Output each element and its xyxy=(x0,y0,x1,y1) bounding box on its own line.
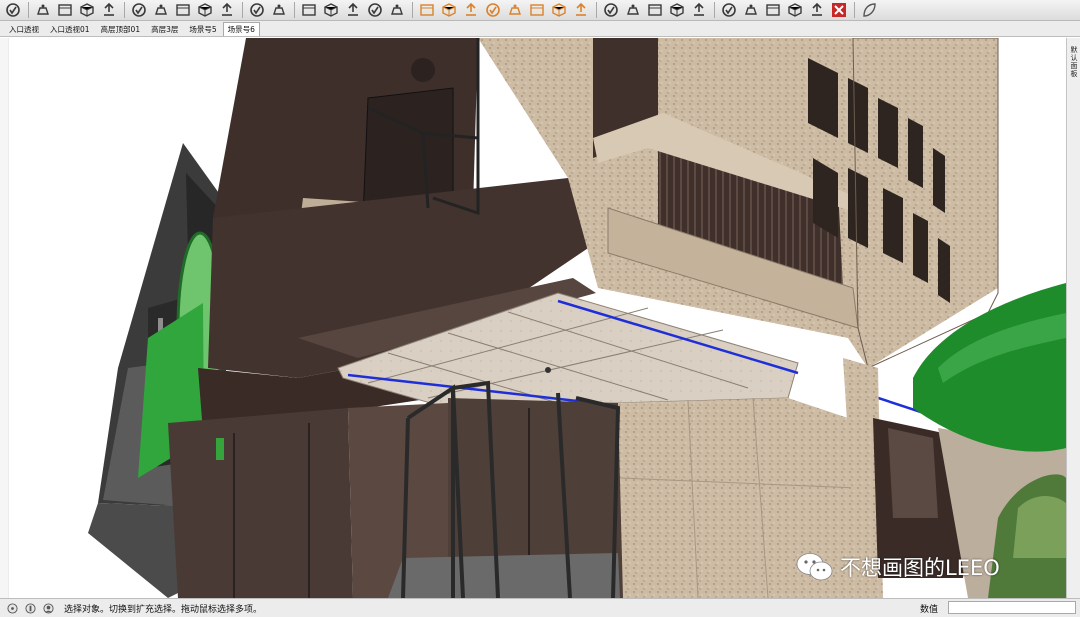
pick-icon[interactable] xyxy=(4,1,22,19)
directional-light-icon[interactable] xyxy=(484,1,502,19)
window-icon[interactable] xyxy=(130,1,148,19)
toolbar-separator xyxy=(854,2,855,18)
scene-tabs-bar: 入口透视 入口透视01 高层顶部01 高层3层 场景号5 场景号6 xyxy=(0,21,1080,37)
swap-icon[interactable] xyxy=(248,1,266,19)
teapots-icon[interactable] xyxy=(56,1,74,19)
credits-icon[interactable] xyxy=(24,602,36,614)
window-stack-icon[interactable] xyxy=(152,1,170,19)
grass-icon[interactable] xyxy=(646,1,664,19)
default-tray-panel[interactable]: 默认面板 xyxy=(1066,38,1080,598)
watermark: 不想画图的LEEO xyxy=(796,552,1000,582)
close-red-icon[interactable] xyxy=(830,1,848,19)
toolbar-separator xyxy=(242,2,243,18)
box-icon[interactable] xyxy=(300,1,318,19)
section-icon[interactable] xyxy=(270,1,288,19)
toolbar-separator xyxy=(28,2,29,18)
tray-label[interactable]: 默认面板 xyxy=(1068,46,1080,78)
sun-icon[interactable] xyxy=(506,1,524,19)
box-wire-icon[interactable] xyxy=(322,1,340,19)
fur-icon[interactable] xyxy=(668,1,686,19)
status-bar: 选择对象。切换到扩充选择。拖动鼠标选择多项。 数值 xyxy=(0,598,1080,617)
scene-tab[interactable]: 场景号6 xyxy=(222,22,260,36)
projector-icon[interactable] xyxy=(78,1,96,19)
scene-tab[interactable]: 场景号5 xyxy=(184,22,221,36)
account-icon[interactable] xyxy=(42,602,54,614)
toolbar-separator xyxy=(412,2,413,18)
leaf-icon[interactable] xyxy=(860,1,878,19)
entrance-lobby xyxy=(168,398,623,598)
scene-tab[interactable]: 高层3层 xyxy=(146,22,183,36)
box-solid-icon[interactable] xyxy=(344,1,362,19)
toolbar-separator xyxy=(124,2,125,18)
pointer-3d-icon[interactable] xyxy=(388,1,406,19)
spot-light-icon[interactable] xyxy=(418,1,436,19)
teapot-icon[interactable] xyxy=(34,1,52,19)
cone-light-icon[interactable] xyxy=(462,1,480,19)
measurements-label: 数值 xyxy=(920,605,939,615)
left-edge-strip xyxy=(0,38,8,598)
cube-icon[interactable] xyxy=(602,1,620,19)
wechat-icon xyxy=(796,553,833,581)
toolbar-separator xyxy=(294,2,295,18)
main-toolbar xyxy=(0,0,1080,21)
3d-viewport[interactable] xyxy=(8,38,1066,598)
scene-tab[interactable]: 入口透视01 xyxy=(45,22,95,36)
lock-icon[interactable] xyxy=(196,1,214,19)
measurements-input[interactable] xyxy=(948,601,1076,614)
frame-icon[interactable] xyxy=(174,1,192,19)
sphere-icon[interactable] xyxy=(366,1,384,19)
watermark-text: 不想画图的LEEO xyxy=(840,556,1000,580)
ies-light-icon[interactable] xyxy=(550,1,568,19)
flag-2-icon[interactable] xyxy=(808,1,826,19)
scene-tab[interactable]: 高层顶部01 xyxy=(96,22,146,36)
omni-light-icon[interactable] xyxy=(440,1,458,19)
ceiling-light xyxy=(411,58,435,82)
camera-2-icon[interactable] xyxy=(764,1,782,19)
flag-icon[interactable] xyxy=(786,1,804,19)
toolbar-separator xyxy=(714,2,715,18)
dome-icon[interactable] xyxy=(528,1,546,19)
reel-icon[interactable] xyxy=(742,1,760,19)
components-icon[interactable] xyxy=(218,1,236,19)
camera-icon[interactable] xyxy=(690,1,708,19)
geo-location-icon[interactable] xyxy=(6,602,18,614)
cube-outline-icon[interactable] xyxy=(624,1,642,19)
toolbar-separator xyxy=(596,2,597,18)
render-region-icon[interactable] xyxy=(572,1,590,19)
scene-tab[interactable]: 入口透视 xyxy=(4,22,44,36)
status-text: 选择对象。切换到扩充选择。拖动鼠标选择多项。 xyxy=(64,604,263,615)
layers-icon[interactable] xyxy=(100,1,118,19)
material-icon[interactable] xyxy=(720,1,738,19)
